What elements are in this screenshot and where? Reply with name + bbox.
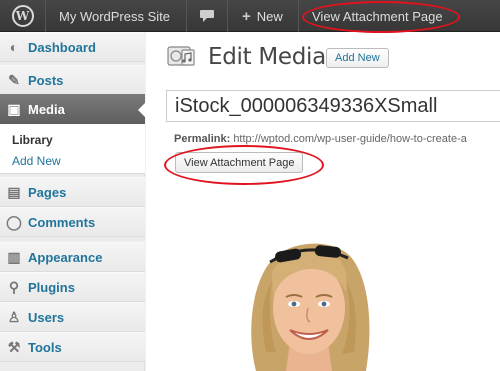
- active-arrow: [138, 102, 146, 118]
- sidebar-item-media[interactable]: ▣ Media: [0, 94, 146, 124]
- sidebar-item-label: Users: [28, 309, 65, 325]
- sidebar-item-posts[interactable]: ✎ Posts: [0, 65, 145, 95]
- media-title-input[interactable]: [166, 90, 500, 122]
- permalink-url[interactable]: http://wptod.com/wp-user-guide/how-to-cr…: [233, 133, 467, 145]
- sidebar-item-label: Pages: [28, 184, 67, 200]
- sidebar-item-label: Posts: [28, 72, 64, 88]
- sidebar-item-dashboard[interactable]: ◐ Dashboard: [0, 32, 145, 62]
- view-attachment-page-link[interactable]: View Attachment Page: [299, 0, 459, 32]
- new-label: New: [256, 8, 283, 24]
- view-attachment-page-button[interactable]: View Attachment Page: [175, 152, 304, 173]
- sidebar-item-label: Plugins: [28, 279, 75, 295]
- pin-icon: ✎: [8, 71, 20, 88]
- appearance-icon: ▥: [7, 248, 21, 265]
- media-icon: ▣: [7, 100, 21, 117]
- comments-icon[interactable]: [187, 0, 227, 32]
- admin-bar: W My WordPress Site + New View Attachmen…: [0, 0, 500, 32]
- plugins-icon: ⚲: [8, 278, 20, 295]
- sidebar-item-label: Tools: [28, 339, 62, 355]
- sidebar-item-label: Dashboard: [28, 39, 96, 55]
- sidebar-item-label: Media: [28, 101, 65, 117]
- sidebar-item-label: Appearance: [28, 249, 103, 265]
- sidebar-item-users[interactable]: ♙ Users: [0, 302, 145, 332]
- comments-icon: ◯: [6, 213, 22, 230]
- permalink: Permalink: http://wptod.com/wp-user-guid…: [174, 133, 467, 145]
- sidebar-item-tools[interactable]: ⚒ Tools: [0, 332, 145, 362]
- speech-bubble-icon: [200, 10, 214, 22]
- sidebar-item-appearance[interactable]: ▥ Appearance: [0, 242, 145, 272]
- site-name-link[interactable]: My WordPress Site: [46, 0, 186, 32]
- plus-icon: +: [242, 7, 251, 25]
- submenu-add-new[interactable]: Add New: [12, 154, 61, 168]
- permalink-label: Permalink:: [174, 133, 231, 145]
- media-submenu: Library Add New: [0, 124, 145, 174]
- page-title: Edit Media: [208, 44, 326, 70]
- tools-icon: ⚒: [7, 338, 21, 355]
- wordpress-logo-icon[interactable]: W: [0, 0, 45, 32]
- dashboard-icon: ◐: [9, 39, 19, 55]
- media-preview-image: [251, 243, 370, 371]
- add-new-button[interactable]: Add New: [326, 48, 389, 68]
- sidebar-item-comments[interactable]: ◯ Comments: [0, 207, 145, 237]
- users-icon: ♙: [7, 308, 21, 325]
- pages-icon: ▤: [7, 183, 21, 200]
- submenu-library[interactable]: Library: [12, 133, 53, 147]
- media-page-icon: [167, 46, 195, 66]
- sidebar-item-label: Comments: [28, 214, 96, 230]
- new-content-button[interactable]: + New: [228, 0, 298, 32]
- main-content: Edit Media Add New Permalink: http://wpt…: [146, 32, 500, 371]
- sidebar-item-pages[interactable]: ▤ Pages: [0, 177, 145, 207]
- sidebar-item-plugins[interactable]: ⚲ Plugins: [0, 272, 145, 302]
- admin-sidebar: ◐ Dashboard ✎ Posts ▣ Media Library Add …: [0, 32, 146, 371]
